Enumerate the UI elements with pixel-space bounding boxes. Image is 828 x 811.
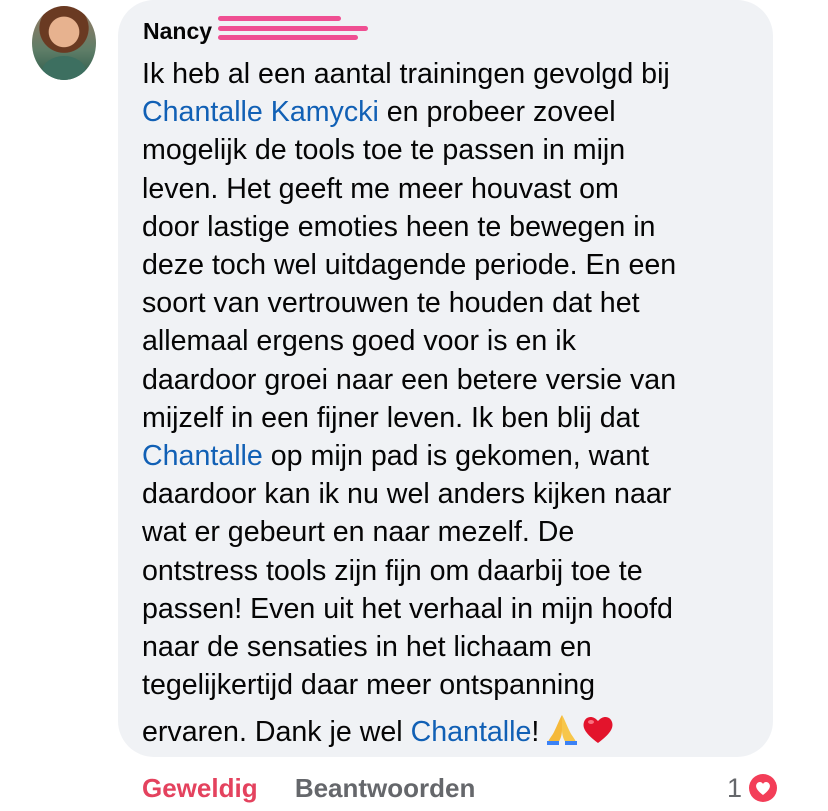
mention-link[interactable]: Chantalle Kamycki	[142, 96, 379, 128]
comment-text-segment: soort van vertrouwen te houden dat het	[142, 287, 640, 320]
mention-link[interactable]: Chantalle	[142, 440, 263, 472]
comment-line: soort van vertrouwen te houden dat het	[142, 284, 762, 322]
comment-line: allemaal ergens goed voor is en ik	[142, 322, 762, 360]
avatar[interactable]	[32, 6, 96, 80]
comment-text-segment: wat er gebeurt en naar mezelf. De	[142, 516, 575, 549]
comment-text-segment: en probeer zoveel	[378, 96, 616, 129]
folded-hands-icon	[545, 712, 579, 746]
comment-line: leven. Het geeft me meer houvast om	[142, 170, 762, 208]
comment-text-segment: naar de sensaties in het lichaam en	[142, 631, 592, 664]
comment-line: door lastige emoties heen te bewegen in	[142, 208, 762, 246]
reply-button[interactable]: Beantwoorden	[295, 773, 476, 803]
like-reaction-button[interactable]: Geweldig	[142, 773, 258, 803]
comment-text-segment: Ik heb al een aantal trainingen gevolgd …	[142, 58, 670, 90]
heart-reaction-icon	[746, 771, 780, 805]
comment-text-segment: passen! Even uit het verhaal in mijn hoo…	[142, 592, 673, 625]
comment-line: passen! Even uit het verhaal in mijn hoo…	[142, 590, 762, 628]
comment-line: mijzelf in een fijner leven. Ik ben blij…	[142, 399, 762, 437]
comment-text-segment: door lastige emoties heen te bewegen in	[142, 210, 656, 243]
comment-text-segment: daardoor kan ik nu wel anders kijken naa…	[142, 478, 672, 511]
comment-line: Ik heb al een aantal trainingen gevolgd …	[142, 55, 762, 93]
comment-line: Chantalle op mijn pad is gekomen, want	[142, 437, 762, 475]
comment-author[interactable]: Nancy	[143, 17, 212, 45]
comment-text-segment: mijzelf in een fijner leven. Ik ben blij…	[142, 401, 640, 434]
comment-line: ontstress tools zijn fijn om daarbij toe…	[142, 552, 762, 590]
comment-actions: Geweldig Beantwoorden	[142, 770, 475, 806]
comment-text-segment: leven. Het geeft me meer houvast om	[142, 172, 619, 205]
comment-line: tegelijkertijd daar meer ontspanning	[142, 666, 762, 704]
comment-line: mogelijk de tools toe te passen in mijn	[142, 131, 762, 169]
comment-text-segment: allemaal ergens goed voor is en ik	[142, 325, 576, 358]
comment-text-segment: daardoor groei naar een betere versie va…	[142, 363, 677, 396]
comment-line: daardoor kan ik nu wel anders kijken naa…	[142, 475, 762, 513]
red-heart-icon	[581, 712, 615, 746]
comment-line: wat er gebeurt en naar mezelf. De	[142, 513, 762, 551]
comment-text-segment: ontstress tools zijn fijn om daarbij toe…	[142, 554, 643, 587]
comment-line: naar de sensaties in het lichaam en	[142, 628, 762, 666]
comment-line: Chantalle Kamycki en probeer zoveel	[142, 93, 762, 131]
reaction-count-value: 1	[726, 773, 742, 803]
comment-text-segment: ervaren. Dank je wel	[142, 716, 411, 749]
comment-text: Ik heb al een aantal trainingen gevolgd …	[142, 55, 762, 752]
comment-line: ervaren. Dank je wel Chantalle!	[142, 712, 762, 751]
comment-text-segment: tegelijkertijd daar meer ontspanning	[142, 669, 596, 702]
comment-text-segment: op mijn pad is gekomen, want	[262, 440, 650, 473]
comment-text-segment: deze toch wel uitdagende periode. En een	[142, 249, 677, 282]
comment-text-segment: !	[531, 716, 540, 749]
mention-link[interactable]: Chantalle	[411, 716, 532, 748]
comment-line: daardoor groei naar een betere versie va…	[142, 361, 762, 399]
reaction-count[interactable]: 1	[727, 770, 780, 806]
comment-text-segment: mogelijk de tools toe te passen in mijn	[142, 134, 626, 167]
author-redaction-mark	[218, 14, 373, 42]
comment-line: deze toch wel uitdagende periode. En een	[142, 246, 762, 284]
